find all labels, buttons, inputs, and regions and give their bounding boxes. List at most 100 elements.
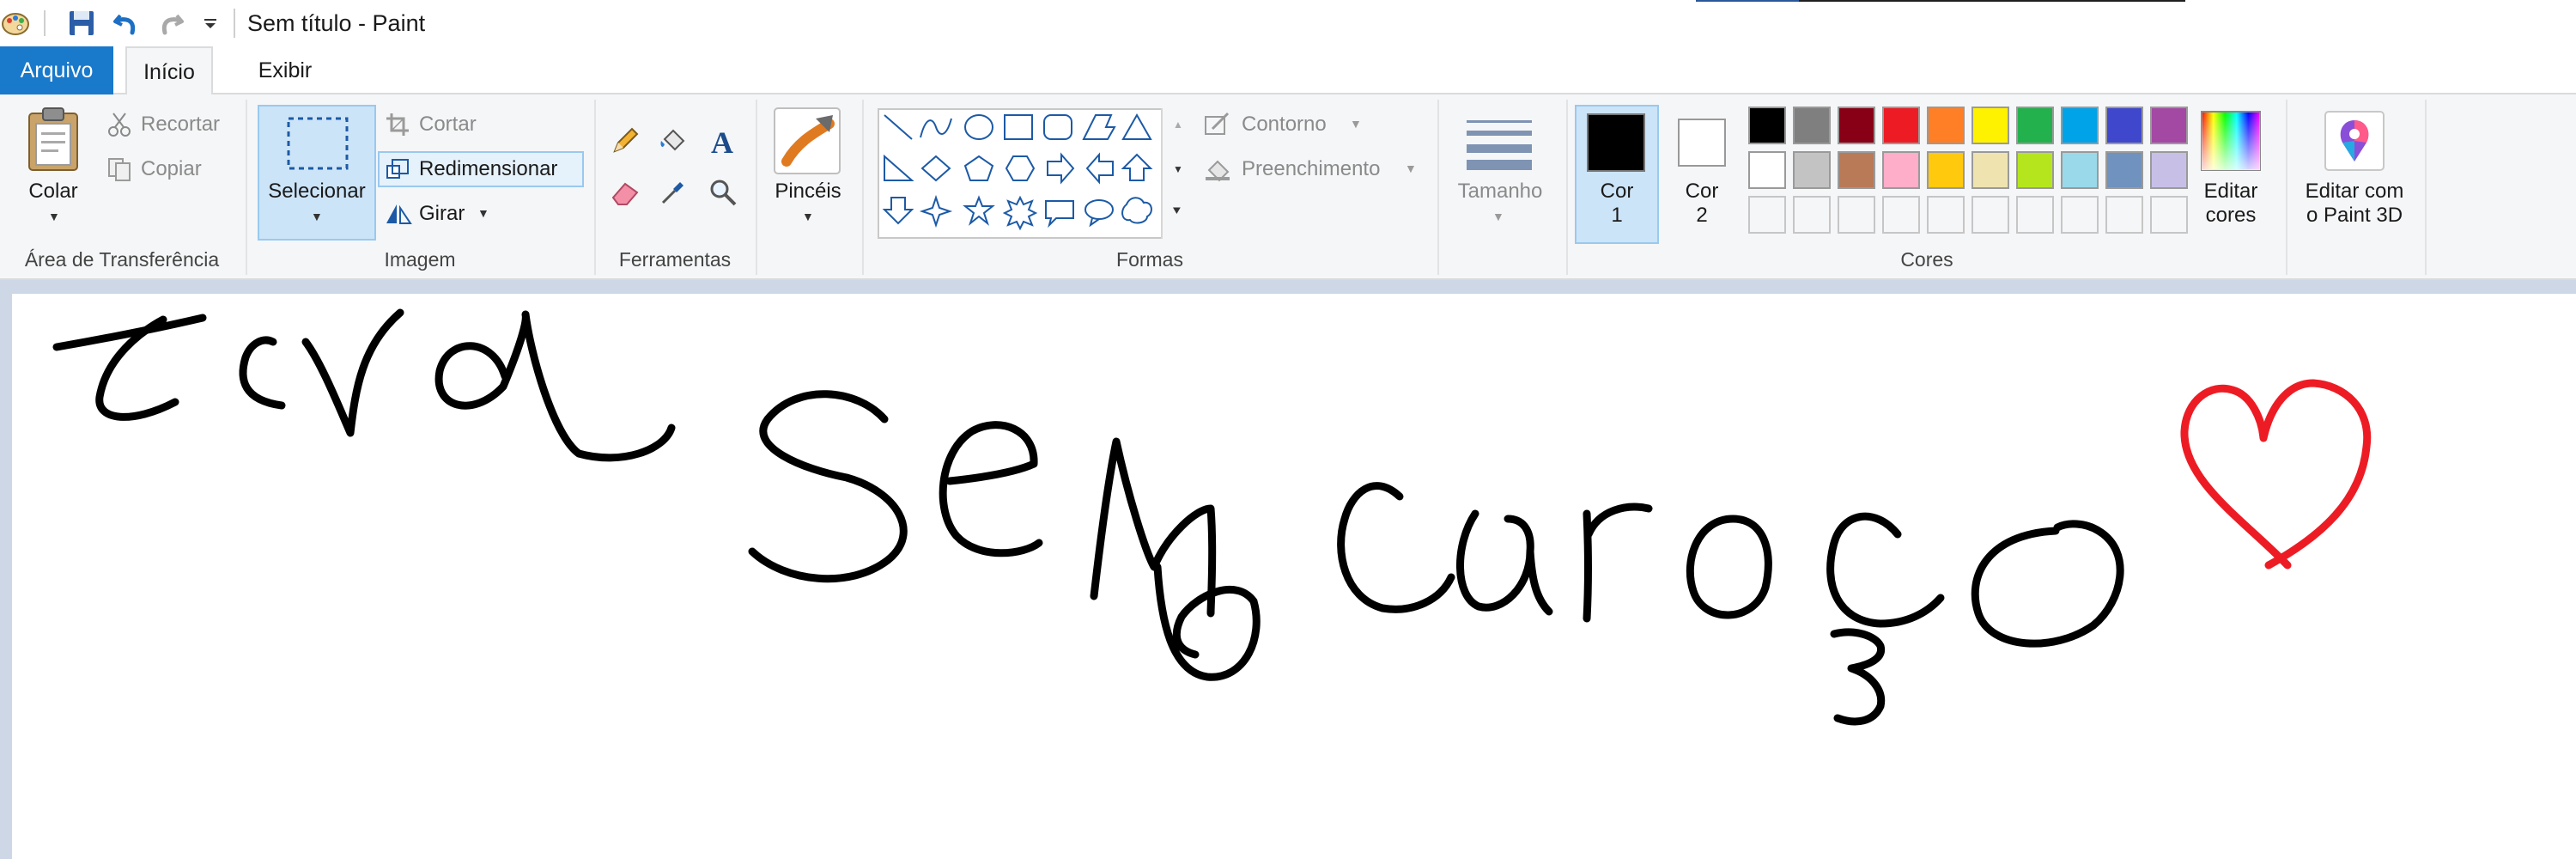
fill-button[interactable]: Preenchimento (1242, 156, 1380, 182)
copy-button[interactable]: Copiar (141, 156, 202, 182)
letter-r (1583, 503, 1653, 623)
cut-button[interactable]: Recortar (141, 112, 220, 137)
palette-custom-slot[interactable] (2016, 196, 2054, 234)
palette-swatch[interactable] (1882, 151, 1920, 189)
title-bar: Sem título - Paint (0, 0, 2576, 46)
select-dropdown-icon[interactable]: ▼ (311, 210, 323, 223)
fill-icon (1204, 156, 1231, 182)
color1-label-number: 1 (1611, 204, 1623, 227)
letter-e (939, 421, 1043, 557)
paint-app-icon[interactable] (0, 7, 31, 40)
doodle-stroke-4 (301, 308, 404, 437)
title-accent-blue (1696, 0, 1799, 2)
paste-dropdown-icon[interactable]: ▼ (48, 210, 60, 223)
palette-swatch[interactable] (1882, 107, 1920, 144)
outline-button[interactable]: Contorno (1242, 112, 1327, 137)
palette-custom-slot[interactable] (1793, 196, 1831, 234)
ribbon-tabs: Arquivo Início Exibir (0, 46, 2576, 96)
color2-button[interactable] (1678, 119, 1726, 167)
palette-swatch[interactable] (1927, 151, 1965, 189)
palette-swatch[interactable] (2150, 151, 2188, 189)
palette-custom-slot[interactable] (2061, 196, 2099, 234)
palette-custom-slot[interactable] (2105, 196, 2143, 234)
rotate-button[interactable]: Girar (419, 201, 465, 227)
palette-custom-slot[interactable] (1838, 196, 1875, 234)
palette-swatch[interactable] (2016, 107, 2054, 144)
palette-swatch[interactable] (2061, 107, 2099, 144)
tab-home[interactable]: Início (125, 46, 213, 96)
paste-icon[interactable] (26, 107, 81, 172)
tools-group-label: Ferramentas (618, 248, 732, 271)
title-separator (234, 9, 235, 38)
letter-o (1686, 515, 1772, 619)
edit-colors-button[interactable]: Editar (2188, 179, 2274, 204)
palette-swatch[interactable] (2150, 107, 2188, 144)
shapes-scrollbar[interactable]: ▲ ▼ ⯆ (1161, 108, 1195, 239)
cut-icon (106, 112, 132, 137)
save-icon[interactable] (65, 7, 98, 40)
palette-custom-slot[interactable] (1927, 196, 1965, 234)
palette-custom-slot[interactable] (1882, 196, 1920, 234)
tab-view[interactable]: Exibir (242, 46, 328, 94)
colors-group-label: Cores (1900, 248, 1953, 271)
text-tool-icon[interactable]: A (708, 125, 738, 156)
window-title: Sem título - Paint (247, 10, 426, 36)
edit-colors-button-line2: cores (2205, 204, 2257, 227)
palette-custom-slot[interactable] (1748, 196, 1786, 234)
rotate-icon (385, 201, 412, 227)
brushes-label: Pincéis (775, 180, 841, 203)
paste-button[interactable]: Colar (26, 179, 81, 204)
letter-m-loop (1153, 563, 1261, 681)
paint3d-icon (2324, 110, 2385, 172)
drawing-canvas[interactable] (12, 294, 2576, 859)
palette-custom-slot[interactable] (2150, 196, 2188, 234)
palette-swatch[interactable] (1793, 151, 1831, 189)
palette-swatch[interactable] (1838, 151, 1875, 189)
shapes-grid (879, 112, 1163, 237)
palette-swatch[interactable] (1748, 107, 1786, 144)
letter-s (748, 390, 908, 583)
palette-custom-slot[interactable] (1971, 196, 2009, 234)
palette-swatch[interactable] (2016, 151, 2054, 189)
palette-swatch[interactable] (2105, 107, 2143, 144)
color-palette (1748, 107, 2188, 234)
size-button[interactable]: Tamanho (1443, 179, 1558, 204)
letter-m (1090, 437, 1217, 618)
pencil-icon[interactable] (610, 125, 641, 156)
letter-o-final (1971, 520, 2124, 648)
palette-swatch[interactable] (1838, 107, 1875, 144)
color1-label: Cor (1600, 180, 1634, 203)
tab-file[interactable]: Arquivo (0, 46, 113, 94)
palette-swatch[interactable] (2061, 151, 2099, 189)
edit-paint3d-button[interactable]: Editar com (2287, 179, 2421, 204)
red-heart (2180, 379, 2372, 570)
canvas-area (0, 280, 2576, 859)
fill-bucket-icon[interactable] (658, 125, 689, 156)
brushes-icon[interactable] (773, 107, 841, 175)
shapes-group-label: Formas (1116, 248, 1183, 271)
palette-swatch[interactable] (1971, 151, 2009, 189)
color2-label: Cor (1685, 180, 1719, 203)
customize-toolbar-icon[interactable] (197, 7, 223, 40)
scroll-down-icon[interactable]: ▼ (1173, 163, 1183, 175)
brushes-dropdown-icon[interactable]: ▼ (802, 210, 814, 223)
crop-icon (385, 112, 410, 137)
magnifier-icon[interactable] (708, 177, 738, 208)
eraser-icon[interactable] (610, 177, 641, 208)
palette-swatch[interactable] (1927, 107, 1965, 144)
letter-c (1337, 482, 1455, 613)
color1-swatch (1587, 113, 1645, 172)
rotate-dropdown-icon[interactable]: ▼ (477, 206, 489, 220)
palette-swatch[interactable] (1748, 151, 1786, 189)
palette-swatch[interactable] (1971, 107, 2009, 144)
undo-icon[interactable] (110, 7, 143, 40)
gallery-more-icon[interactable]: ⯆ (1171, 204, 1182, 220)
edit-paint3d-button-line2: o Paint 3D (2306, 204, 2403, 227)
copy-icon (106, 156, 132, 182)
palette-swatch[interactable] (2105, 151, 2143, 189)
scroll-up-icon[interactable]: ▲ (1173, 119, 1183, 131)
palette-swatch[interactable] (1793, 107, 1831, 144)
color-picker-icon[interactable] (658, 177, 689, 208)
select-rectangle-icon (285, 113, 350, 174)
crop-button[interactable]: Cortar (419, 112, 477, 137)
